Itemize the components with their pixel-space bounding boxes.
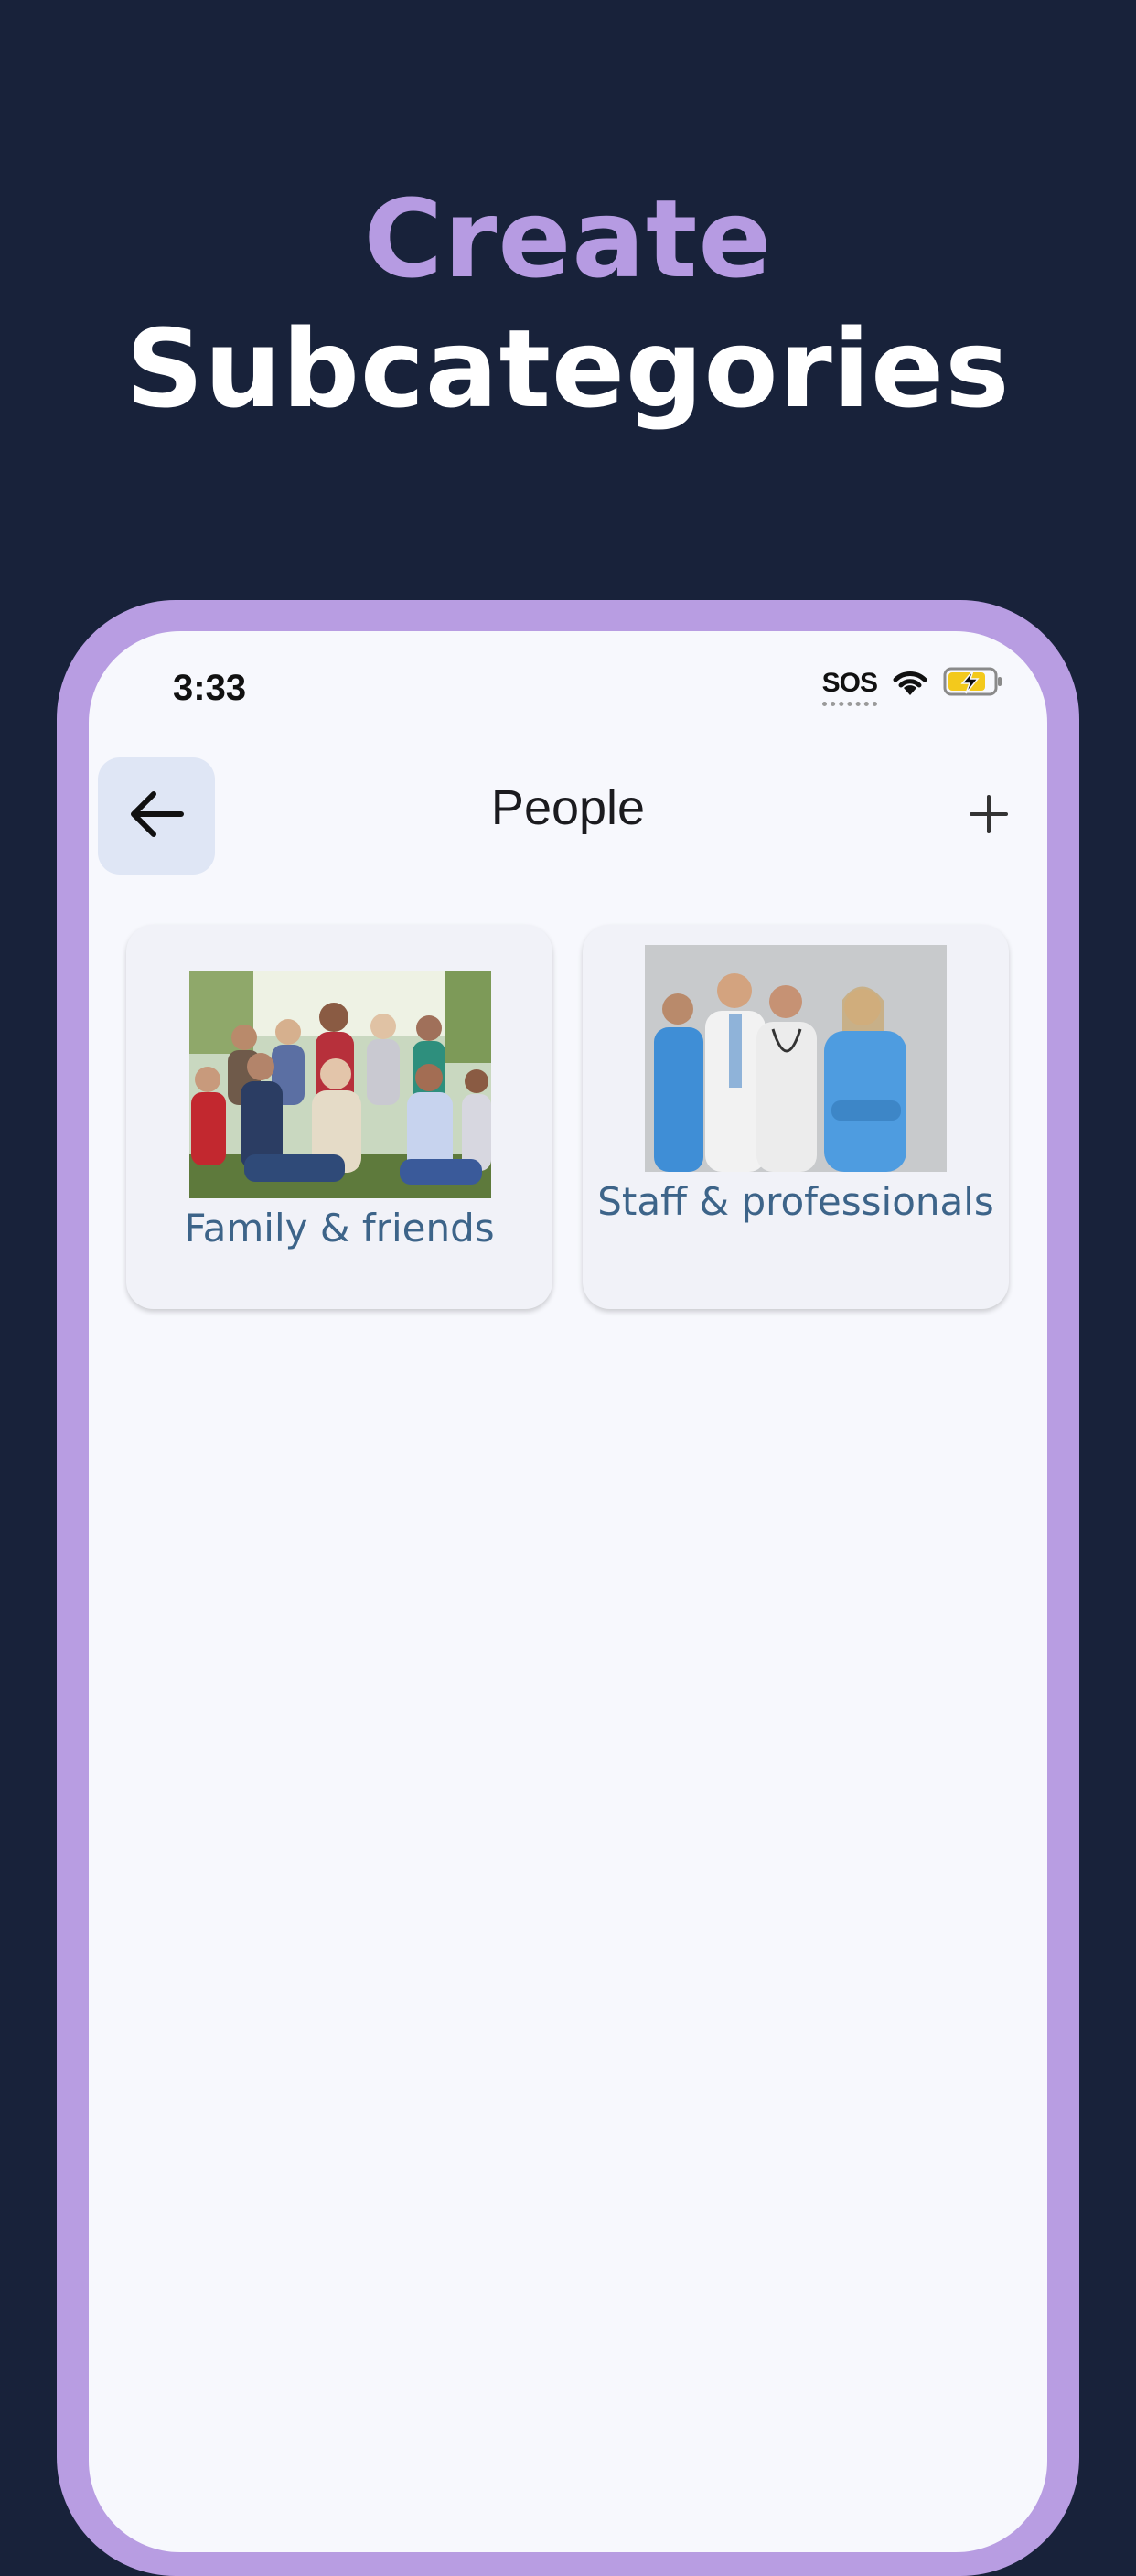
category-label: Staff & professionals — [597, 1179, 994, 1224]
category-card-family-friends[interactable]: Family & friends — [126, 925, 552, 1309]
headline-line-2: Subcategories — [125, 306, 1011, 432]
status-icons: SOS — [821, 666, 1003, 706]
phone-screen: 3:33 SOS People Family & friends Staff &… — [89, 631, 1047, 2552]
add-button[interactable] — [963, 790, 1014, 842]
category-card-staff-professionals[interactable]: Staff & professionals — [583, 925, 1009, 1309]
sos-indicator: SOS — [821, 668, 878, 706]
staff-photo — [645, 945, 947, 1172]
wifi-icon — [890, 666, 930, 701]
status-time: 3:33 — [173, 668, 247, 708]
category-label: Family & friends — [184, 1206, 495, 1250]
battery-charging-icon — [943, 666, 1003, 701]
headline-line-1: Create — [363, 176, 773, 302]
plus-icon — [969, 794, 1009, 838]
headline: Create Subcategories — [0, 174, 1136, 434]
page-title: People — [490, 780, 646, 835]
family-photo — [189, 971, 491, 1198]
